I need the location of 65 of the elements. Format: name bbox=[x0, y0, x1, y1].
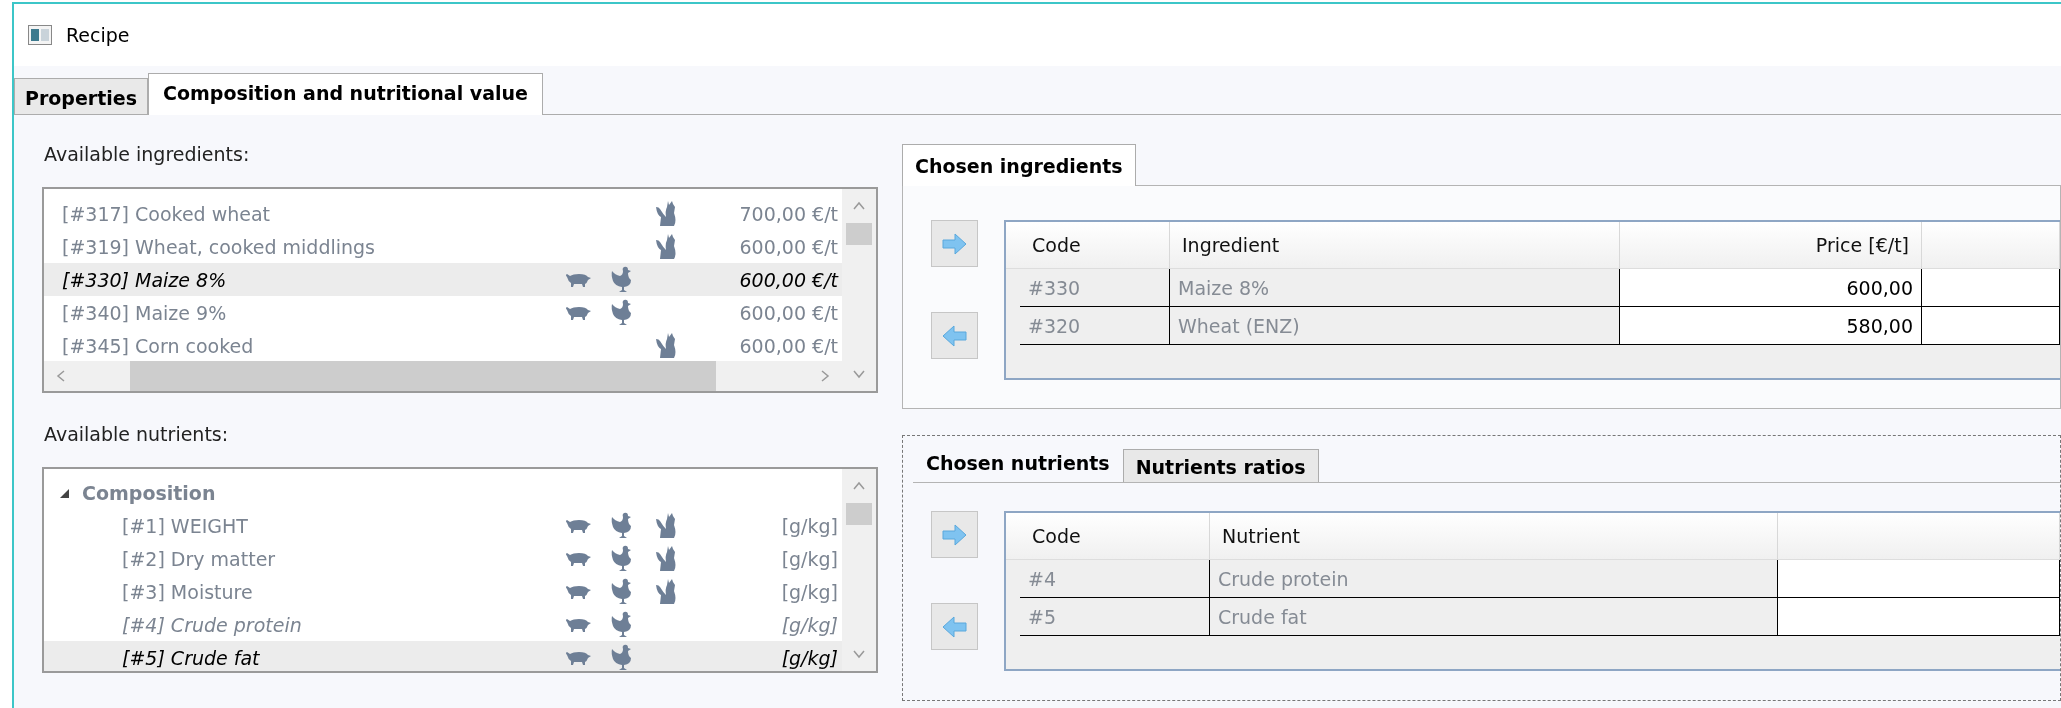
pig-icon bbox=[565, 517, 591, 534]
add-button[interactable] bbox=[931, 511, 978, 558]
list-item[interactable]: [#2] Dry matter [g/kg] bbox=[44, 542, 842, 575]
remove-button[interactable] bbox=[931, 603, 978, 650]
table-cell[interactable]: 580,00 bbox=[1620, 307, 1922, 345]
tab[interactable]: Composition and nutritional value bbox=[148, 73, 543, 115]
section-label: Available ingredients: bbox=[44, 143, 251, 165]
horizontal-scrollbar[interactable] bbox=[44, 361, 842, 391]
table-cell: #5 bbox=[1020, 598, 1210, 636]
pig-icon bbox=[565, 271, 591, 288]
pig-icon bbox=[565, 550, 591, 567]
section-label: Available nutrients: bbox=[44, 423, 230, 445]
table-cell: Crude fat bbox=[1210, 598, 1778, 636]
cat-icon bbox=[654, 512, 678, 539]
add-button[interactable] bbox=[931, 220, 978, 267]
scroll-thumb[interactable] bbox=[846, 223, 872, 245]
cat-icon bbox=[654, 578, 678, 605]
column-header[interactable]: Code bbox=[1020, 222, 1170, 268]
hen-icon bbox=[611, 544, 633, 573]
remove-button[interactable] bbox=[931, 312, 978, 359]
tab[interactable]: Nutrients ratios bbox=[1122, 449, 1319, 482]
table-cell: Wheat (ENZ) bbox=[1170, 307, 1620, 345]
list-item[interactable]: [#340] Maize 9% 600,00 €/t bbox=[44, 296, 842, 329]
cat-icon bbox=[654, 332, 678, 359]
scroll-thumb[interactable] bbox=[846, 503, 872, 525]
column-header[interactable]: Code bbox=[1020, 513, 1210, 559]
list-item[interactable]: [#4] Crude protein [g/kg] bbox=[44, 608, 842, 641]
list-item[interactable]: [#5] Crude fat [g/kg] bbox=[44, 641, 842, 671]
table-cell[interactable]: 600,00 bbox=[1620, 269, 1922, 307]
pig-icon bbox=[565, 583, 591, 600]
cat-icon bbox=[654, 200, 678, 227]
vertical-scrollbar[interactable] bbox=[842, 469, 876, 671]
list-item[interactable]: [#317] Cooked wheat 700,00 €/t bbox=[44, 197, 842, 230]
pig-icon bbox=[565, 304, 591, 321]
list-item[interactable]: [#319] Wheat, cooked middlings 600,00 €/t bbox=[44, 230, 842, 263]
tree-group[interactable]: Composition bbox=[82, 482, 216, 504]
hen-icon bbox=[611, 298, 633, 327]
table-cell: Crude protein bbox=[1210, 560, 1778, 598]
hen-icon bbox=[611, 610, 633, 639]
column-header[interactable]: Nutrient bbox=[1210, 513, 1778, 559]
list-item[interactable]: [#3] Moisture [g/kg] bbox=[44, 575, 842, 608]
hen-icon bbox=[611, 265, 633, 294]
table-cell: #320 bbox=[1020, 307, 1170, 345]
table-cell: Maize 8% bbox=[1170, 269, 1620, 307]
collapse-icon[interactable] bbox=[58, 487, 70, 499]
pig-icon bbox=[565, 616, 591, 633]
tab[interactable]: Chosen nutrients bbox=[913, 441, 1123, 483]
cat-icon bbox=[654, 545, 678, 572]
column-header[interactable]: Price [€/t] bbox=[1620, 222, 1922, 268]
vertical-scrollbar[interactable] bbox=[842, 189, 876, 391]
window-title: Recipe bbox=[66, 24, 130, 46]
table-cell: #330 bbox=[1020, 269, 1170, 307]
hen-icon bbox=[611, 577, 633, 606]
hen-icon bbox=[611, 511, 633, 540]
window-icon bbox=[28, 25, 52, 45]
list-item[interactable]: [#330] Maize 8% 600,00 €/t bbox=[44, 263, 842, 296]
hen-icon bbox=[611, 643, 633, 671]
pig-icon bbox=[565, 649, 591, 666]
tab[interactable]: Chosen ingredients bbox=[902, 144, 1136, 186]
table-cell: #4 bbox=[1020, 560, 1210, 598]
column-header[interactable]: Ingredient bbox=[1170, 222, 1620, 268]
cat-icon bbox=[654, 233, 678, 260]
list-item[interactable]: [#1] WEIGHT [g/kg] bbox=[44, 509, 842, 542]
tab[interactable]: Properties bbox=[14, 78, 148, 114]
list-item[interactable]: [#345] Corn cooked 600,00 €/t bbox=[44, 329, 842, 362]
